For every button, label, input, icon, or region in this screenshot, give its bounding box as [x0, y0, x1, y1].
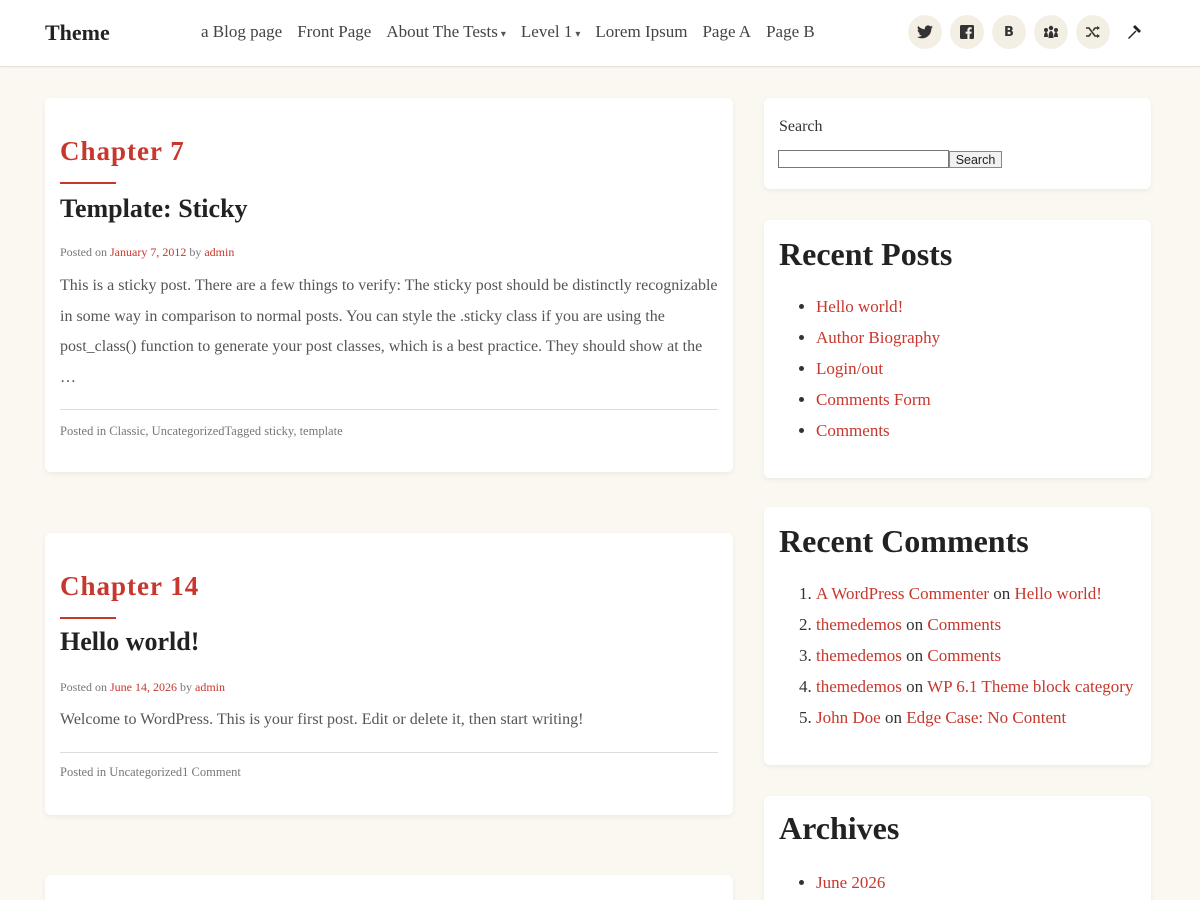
- recent-posts-list: Hello world! Author Biography Login/out …: [816, 291, 940, 446]
- nav-label: Front Page: [297, 22, 372, 41]
- by-label: by: [177, 680, 196, 694]
- post-date-link[interactable]: January 7, 2012: [110, 245, 186, 259]
- nav-item-level-1[interactable]: Level 1 ▾: [521, 22, 580, 42]
- post-footer-meta: Posted in Classic, UncategorizedTagged s…: [60, 424, 343, 438]
- random-icon[interactable]: [1076, 15, 1110, 49]
- list-item: themedemos on WP 6.1 Theme block categor…: [816, 671, 1133, 702]
- facebook-icon[interactable]: [950, 15, 984, 49]
- recent-post-link[interactable]: Author Biography: [816, 328, 940, 347]
- post-author-link[interactable]: admin: [195, 680, 225, 694]
- list-item: John Doe on Edge Case: No Content: [816, 702, 1133, 733]
- on-label: on: [901, 615, 928, 634]
- search-input[interactable]: [778, 150, 949, 168]
- site-header: Theme a Blog page Front Page About The T…: [0, 0, 1200, 67]
- nav-item-front-page[interactable]: Front Page: [297, 22, 371, 42]
- post-author-link[interactable]: admin: [204, 245, 234, 259]
- widget-title: Recent Posts: [779, 236, 953, 272]
- search-widget: Search Search: [764, 98, 1151, 189]
- post-title[interactable]: Template: Sticky: [60, 194, 248, 224]
- widget-title: Recent Comments: [779, 523, 1029, 559]
- comment-author-link[interactable]: A WordPress Commenter: [816, 584, 989, 603]
- recent-post-link[interactable]: Login/out: [816, 359, 883, 378]
- post-excerpt: This is a sticky post. There are a few t…: [60, 277, 718, 386]
- list-item: A WordPress Commenter on Hello world!: [816, 578, 1133, 609]
- social-links: B: [908, 15, 1152, 49]
- comment-post-link[interactable]: Comments: [927, 615, 1001, 634]
- nav-label: Page A: [702, 22, 752, 41]
- list-item: themedemos on Comments: [816, 640, 1133, 671]
- chapter-divider: [60, 617, 116, 619]
- nav-item-blog-page[interactable]: a Blog page: [201, 22, 282, 42]
- posted-on-label: Posted on: [60, 680, 111, 694]
- on-label: on: [901, 646, 928, 665]
- chevron-down-icon: ▾: [500, 28, 506, 40]
- nav-item-lorem-ipsum[interactable]: Lorem Ipsum: [595, 22, 687, 42]
- archives-list: June 2026: [816, 867, 885, 898]
- comment-post-link[interactable]: Hello world!: [1015, 584, 1102, 603]
- post-footer-meta: Posted in Uncategorized1 Comment: [60, 765, 241, 779]
- post-title[interactable]: Hello world!: [60, 627, 199, 657]
- meetup-icon[interactable]: [1034, 15, 1068, 49]
- list-item: June 2026: [816, 867, 885, 898]
- recent-post-link[interactable]: Hello world!: [816, 297, 903, 316]
- recent-comments-list: A WordPress Commenter on Hello world! th…: [816, 578, 1133, 733]
- comment-author-link[interactable]: themedemos: [816, 677, 902, 696]
- recent-comments-widget: Recent Comments A WordPress Commenter on…: [764, 507, 1151, 765]
- on-label: on: [901, 677, 928, 696]
- comment-post-link[interactable]: WP 6.1 Theme block category: [927, 677, 1133, 696]
- post-chapter: Chapter 14: [60, 571, 200, 601]
- post-date-link[interactable]: June 14, 2026: [110, 680, 177, 694]
- list-item: Login/out: [816, 353, 940, 384]
- post-divider: [60, 752, 718, 753]
- search-button[interactable]: Search: [949, 151, 1002, 168]
- post-meta: Posted on June 14, 2026 by admin: [60, 680, 225, 695]
- widget-title: Archives: [779, 810, 900, 846]
- post-chapter: Chapter 7: [60, 136, 185, 166]
- list-item: Hello world!: [816, 291, 940, 322]
- post-meta: Posted on January 7, 2012 by admin: [60, 245, 234, 260]
- list-item: Comments Form: [816, 384, 940, 415]
- behance-glyph: B: [1004, 24, 1014, 40]
- comment-author-link[interactable]: themedemos: [816, 615, 902, 634]
- nav-label: Level 1: [520, 22, 573, 41]
- behance-icon[interactable]: B: [992, 15, 1026, 49]
- post-card: Chapter 7 Template: Sticky Posted on Jan…: [45, 98, 733, 472]
- comment-post-link[interactable]: Comments: [927, 646, 1001, 665]
- list-item: Author Biography: [816, 322, 940, 353]
- nav-item-about-the-tests[interactable]: About The Tests ▾: [386, 22, 506, 42]
- on-label: on: [989, 584, 1015, 603]
- nav-label: Lorem Ipsum: [595, 22, 688, 41]
- post-card: Chapter 14 Hello world! Posted on June 1…: [45, 533, 733, 815]
- comment-author-link[interactable]: John Doe: [816, 708, 881, 727]
- archives-widget: Archives June 2026: [764, 796, 1151, 900]
- site-title[interactable]: Theme: [45, 20, 110, 46]
- primary-nav: a Blog page Front Page About The Tests ▾ …: [201, 22, 815, 42]
- posted-on-label: Posted on: [60, 245, 111, 259]
- list-item: Comments: [816, 415, 940, 446]
- recent-post-link[interactable]: Comments: [816, 421, 890, 440]
- by-label: by: [186, 245, 205, 259]
- twitter-icon[interactable]: [908, 15, 942, 49]
- post-card: [45, 875, 733, 900]
- hammer-icon[interactable]: [1118, 15, 1152, 49]
- recent-posts-widget: Recent Posts Hello world! Author Biograp…: [764, 220, 1151, 478]
- recent-post-link[interactable]: Comments Form: [816, 390, 931, 409]
- comment-post-link[interactable]: Edge Case: No Content: [906, 708, 1066, 727]
- post-excerpt: Welcome to WordPress. This is your first…: [60, 711, 584, 728]
- nav-label: About The Tests: [386, 22, 498, 41]
- chapter-divider: [60, 182, 116, 184]
- archive-link[interactable]: June 2026: [816, 873, 885, 892]
- post-divider: [60, 409, 718, 410]
- nav-label: Page B: [766, 22, 815, 41]
- nav-item-page-b[interactable]: Page B: [766, 22, 815, 42]
- comment-author-link[interactable]: themedemos: [816, 646, 902, 665]
- list-item: themedemos on Comments: [816, 609, 1133, 640]
- on-label: on: [880, 708, 907, 727]
- chevron-down-icon: ▾: [575, 28, 581, 40]
- search-label: Search: [779, 118, 823, 135]
- nav-label: a Blog page: [201, 22, 283, 41]
- nav-item-page-a[interactable]: Page A: [702, 22, 751, 42]
